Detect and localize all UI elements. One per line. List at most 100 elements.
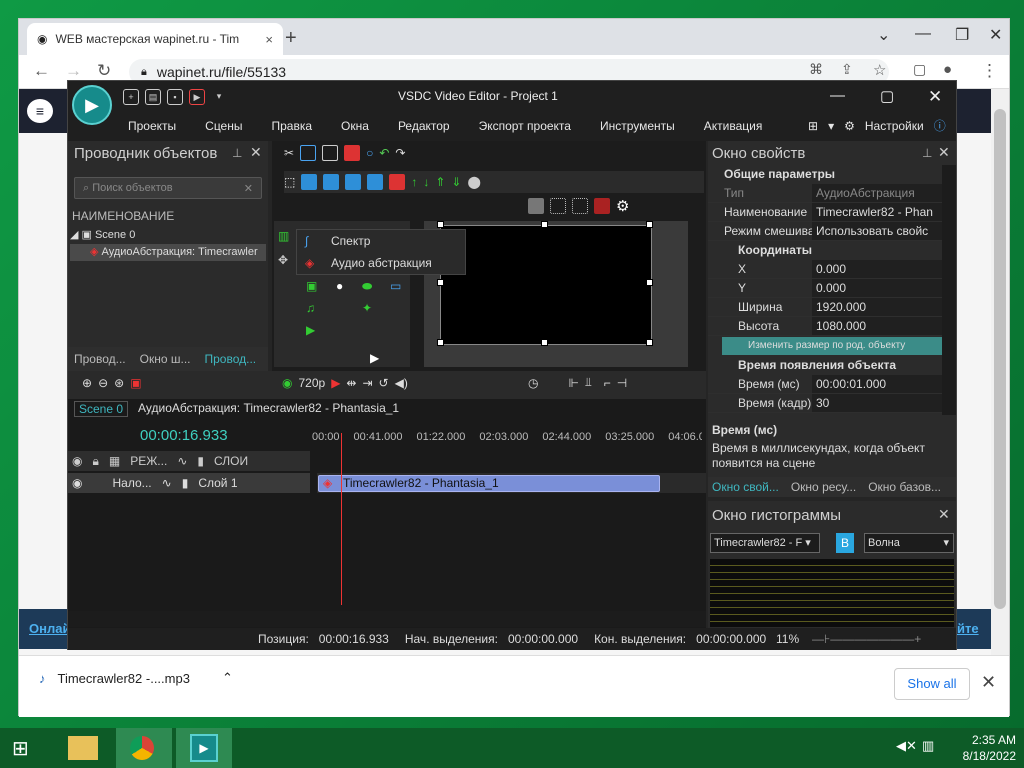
hamburger-icon[interactable]: ≡	[27, 99, 53, 123]
circle-icon[interactable]: ○	[366, 146, 373, 160]
chevron-down-icon[interactable]: ▾	[828, 119, 834, 133]
resize-handle[interactable]	[437, 339, 444, 346]
step-icon[interactable]: ⇥	[362, 376, 372, 390]
prop-row-blend[interactable]: Режим смешиван Использовать свойс	[708, 222, 942, 241]
histogram-source-select[interactable]: Timecrawler82 - F ▾	[710, 533, 820, 553]
menu-dots-icon[interactable]: ⋮	[981, 61, 998, 81]
video-icon[interactable]: ▶	[306, 323, 315, 337]
volume-icon[interactable]: ◀)	[395, 376, 408, 390]
star-icon[interactable]: ☆	[873, 61, 886, 79]
menu-tools[interactable]: Инструменты	[600, 119, 675, 133]
shape-icon[interactable]: ⬤	[467, 175, 480, 189]
star-shape-icon[interactable]: ✦	[362, 301, 372, 315]
speech-bubble-icon[interactable]: ●	[336, 279, 343, 293]
image-icon[interactable]: ▣	[306, 279, 317, 293]
reload-icon[interactable]: ↻	[97, 61, 111, 81]
layer-row[interactable]: ◉ Нало... ∿ ▮ Слой 1	[68, 473, 310, 493]
blend-mode[interactable]: Нало...	[112, 473, 151, 493]
histogram-b-button[interactable]: B	[836, 533, 854, 553]
menu-windows[interactable]: Окна	[341, 119, 369, 133]
split-icon[interactable]: ⇹	[346, 376, 356, 390]
tab-basic-effects[interactable]: Окно базов...	[868, 480, 941, 494]
audio-clip[interactable]: ◈ Timecrawler82 - Phantasia_1	[318, 475, 660, 492]
settings-gear-icon[interactable]: ⚙	[616, 197, 629, 215]
histogram-mode-select[interactable]: Волна ▾	[864, 533, 954, 553]
show-all-button[interactable]: Show all	[894, 668, 970, 700]
chart-icon[interactable]: ▥	[278, 229, 289, 243]
site-link-right[interactable]: йте	[957, 621, 979, 636]
resolution[interactable]: 720p	[298, 376, 325, 390]
tab-explorer-2[interactable]: Провод...	[205, 352, 257, 366]
prop-row-name[interactable]: Наименование Timecrawler82 - Phan	[708, 203, 942, 222]
zoom-slider[interactable]: —⊦———————+	[812, 632, 921, 646]
resize-handle[interactable]	[437, 221, 444, 228]
music-icon[interactable]: ♫	[306, 301, 315, 315]
minimize-icon[interactable]: —	[915, 25, 931, 43]
tab-explorer-1[interactable]: Провод...	[74, 352, 126, 366]
resize-handle[interactable]	[541, 221, 548, 228]
browser-tab[interactable]: ◉ WEB мастерская wapinet.ru - Tim ×	[27, 23, 283, 55]
select-icon[interactable]: ⬚	[284, 175, 295, 189]
menu-projects[interactable]: Проекты	[128, 119, 176, 133]
prop-value[interactable]: 1080.000	[812, 317, 942, 335]
move-icon[interactable]: ✥	[278, 253, 288, 267]
expand-icon[interactable]: ◢	[70, 229, 82, 241]
delete-icon[interactable]	[344, 145, 361, 161]
prop-value[interactable]: 30	[812, 394, 942, 412]
info-icon[interactable]: ⓘ	[934, 117, 946, 134]
close-window-icon[interactable]: ✕	[989, 25, 1002, 45]
app-minimize-icon[interactable]: —	[830, 87, 845, 104]
bring-front-icon[interactable]: ⇑	[435, 175, 445, 189]
prop-row-time-frame[interactable]: Время (кадр) 30	[708, 394, 942, 413]
open-project-icon[interactable]: ▤	[145, 89, 161, 105]
add-icon[interactable]: ⊕	[82, 376, 92, 390]
save-icon[interactable]: ▪	[167, 89, 183, 105]
download-item[interactable]: ♪ Timecrawler82 -....mp3 ⌃	[39, 670, 233, 686]
tab-window[interactable]: Окно ш...	[140, 352, 191, 366]
send-back-icon[interactable]: ⇓	[451, 175, 461, 189]
tree-item-audio[interactable]: ◈ АудиоАбстракция: Timecrawler	[70, 244, 266, 261]
maximize-icon[interactable]: ❐	[955, 25, 969, 45]
close-panel-icon[interactable]: ✕	[938, 144, 950, 161]
display-icon[interactable]: ▭	[390, 279, 401, 293]
chevron-up-icon[interactable]: ⌃	[222, 670, 233, 686]
section-general[interactable]: Общие параметры	[708, 165, 942, 184]
clock[interactable]: 2:35 AM 8/18/2022	[963, 732, 1016, 764]
resize-to-parent-button[interactable]: Изменить размер по род. объекту	[722, 337, 942, 355]
align-right-icon[interactable]	[345, 174, 362, 190]
distribute-v-icon[interactable]	[389, 174, 406, 190]
tab-properties[interactable]: Окно свой...	[712, 480, 779, 494]
app-close-icon[interactable]: ✕	[928, 87, 942, 107]
marker-icon[interactable]: ⊣	[617, 376, 627, 390]
menu-scenes[interactable]: Сцены	[205, 119, 242, 133]
redo-icon[interactable]: ↷	[395, 146, 405, 160]
more-arrow-icon[interactable]: ▶	[370, 351, 379, 365]
copy-icon[interactable]	[300, 145, 317, 161]
file-explorer-icon[interactable]	[56, 728, 112, 768]
sidebar-icon[interactable]: ▢	[913, 61, 926, 78]
prop-row-time-ms[interactable]: Время (мс) 00:00:01.000	[708, 375, 942, 394]
properties-scrollbar[interactable]	[942, 165, 956, 415]
arrow-down-icon[interactable]: ↓	[423, 175, 429, 189]
playhead[interactable]	[341, 433, 342, 605]
prop-row-type[interactable]: Тип АудиоАбстракция	[708, 184, 942, 203]
resize-handle[interactable]	[646, 221, 653, 228]
cut-icon[interactable]: ✂	[284, 146, 294, 160]
settings-label[interactable]: Настройки	[865, 119, 924, 133]
scrollbar-thumb[interactable]	[994, 109, 1006, 609]
chrome-icon[interactable]	[116, 728, 172, 768]
arrow-up-icon[interactable]: ↑	[411, 175, 417, 189]
align-mid-icon[interactable]: ⫫	[585, 375, 592, 390]
snap-icon[interactable]: ⌐	[604, 376, 611, 390]
rewind-icon[interactable]: ↺	[379, 376, 389, 390]
eye-icon[interactable]: ◉	[282, 376, 292, 390]
prop-value[interactable]: 0.000	[812, 279, 942, 297]
tab-resources[interactable]: Окно ресу...	[791, 480, 856, 494]
network-icon[interactable]: ▥	[922, 738, 934, 754]
vsdc-taskbar-icon[interactable]: ▶	[176, 728, 232, 768]
close-panel-icon[interactable]: ✕	[938, 506, 950, 523]
page-scrollbar[interactable]	[991, 89, 1009, 655]
prop-value[interactable]: Использовать свойс	[812, 222, 942, 240]
align-icon[interactable]	[301, 174, 318, 190]
clear-search-icon[interactable]: ✕	[244, 182, 253, 195]
